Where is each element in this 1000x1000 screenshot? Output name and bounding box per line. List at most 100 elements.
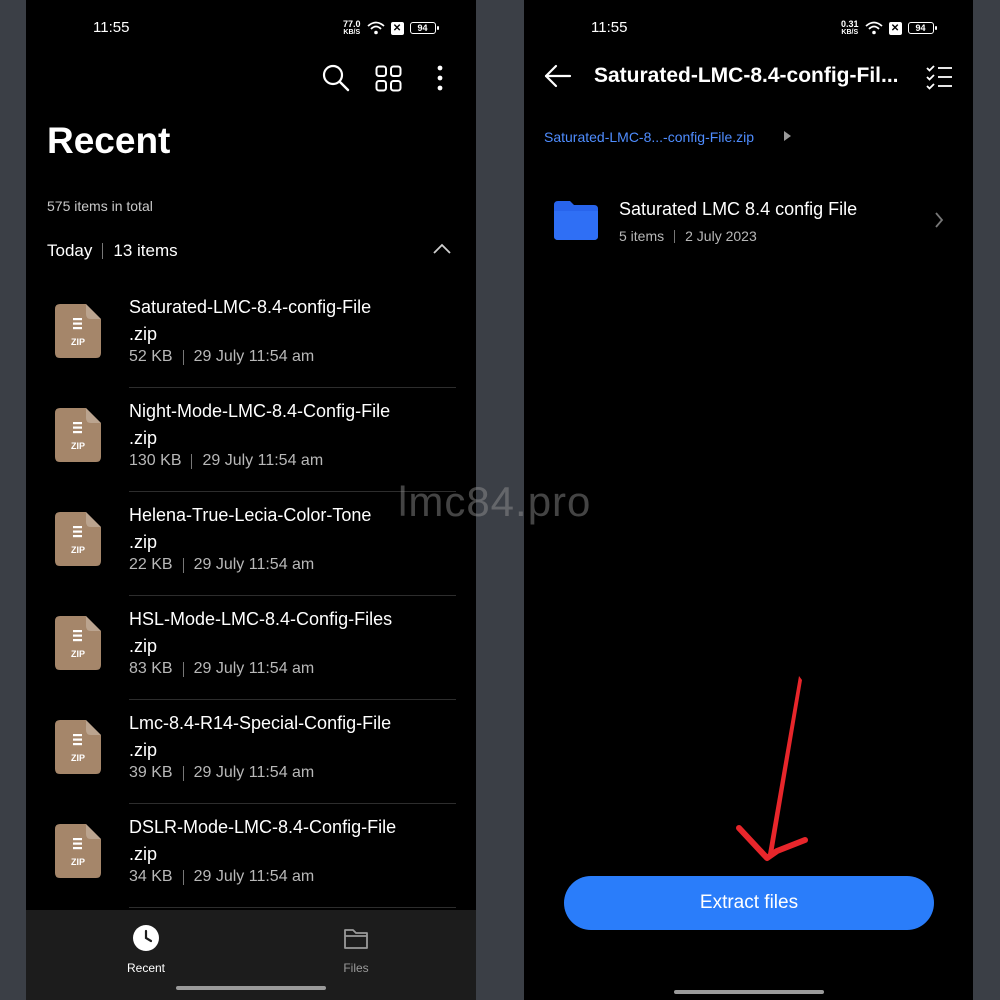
grid-view-icon[interactable] — [375, 65, 402, 92]
file-date: 29 July 11:54 am — [193, 868, 315, 885]
zip-file-icon: ZIP — [55, 304, 101, 358]
nav-files[interactable]: Files — [306, 924, 406, 975]
file-size: 22 KB — [129, 556, 173, 573]
row-divider — [129, 907, 456, 908]
folder-icon — [554, 201, 598, 240]
file-name: Night-Mode-LMC-8.4-Config-File .zip — [129, 398, 439, 452]
network-speed: 77.0 KB/S — [343, 19, 361, 37]
file-row[interactable]: ZIP Lmc-8.4-R14-Special-Config-File .zip 39… — [26, 700, 476, 804]
archive-title: Saturated-LMC-8.4-config-Fil... — [594, 64, 899, 87]
annotation-arrow-icon — [736, 676, 808, 861]
file-date: 29 July 11:54 am — [202, 452, 324, 469]
file-name-line2: .zip — [129, 324, 158, 344]
watermark: lmc84.pro — [398, 478, 592, 525]
chevron-up-icon[interactable] — [432, 243, 452, 255]
file-meta: 83 KB 29 July 11:54 am — [129, 660, 314, 678]
status-icons: 77.0 KB/S ✕ 94 — [343, 18, 439, 38]
zip-file-icon: ZIP — [55, 824, 101, 878]
zip-icon-label: ZIP — [71, 337, 85, 347]
file-name: Saturated-LMC-8.4-config-File .zip — [129, 294, 439, 348]
folder-meta: 5 items 2 July 2023 — [619, 228, 757, 244]
extract-files-button[interactable]: Extract files — [564, 876, 934, 930]
file-name-line2: .zip — [129, 636, 158, 656]
divider — [674, 229, 676, 243]
wifi-icon — [366, 21, 385, 35]
search-icon[interactable] — [322, 64, 350, 92]
file-size: 52 KB — [129, 348, 173, 365]
file-date: 29 July 11:54 am — [193, 764, 315, 781]
divider — [182, 765, 184, 781]
file-name: DSLR-Mode-LMC-8.4-Config-File .zip — [129, 814, 439, 868]
nav-recent-label: Recent — [126, 961, 166, 975]
multi-select-icon[interactable] — [925, 64, 953, 90]
file-name-line2: .zip — [129, 532, 158, 552]
nav-recent[interactable]: Recent — [96, 924, 196, 975]
file-row[interactable]: ZIP DSLR-Mode-LMC-8.4-Config-File .zip 34 K… — [26, 804, 476, 908]
file-name-line2: .zip — [129, 428, 158, 448]
nav-files-label: Files — [343, 961, 369, 975]
zip-icon-label: ZIP — [71, 857, 85, 867]
divider — [182, 661, 184, 677]
file-name-line2: .zip — [129, 740, 158, 760]
back-arrow-icon[interactable] — [544, 64, 572, 88]
file-meta: 34 KB 29 July 11:54 am — [129, 868, 314, 886]
home-indicator[interactable] — [673, 990, 824, 994]
status-time: 11:55 — [93, 19, 130, 36]
network-speed: 0.31 KB/S — [841, 19, 859, 37]
file-meta: 52 KB 29 July 11:54 am — [129, 348, 314, 366]
folder-outline-icon — [344, 929, 368, 949]
battery-icon: 94 — [409, 22, 439, 34]
file-date: 29 July 11:54 am — [193, 348, 315, 365]
group-header-today[interactable]: Today 13 items — [47, 241, 178, 261]
zip-icon-label: ZIP — [71, 649, 85, 659]
folder-row[interactable]: Saturated LMC 8.4 config File 5 items 2 … — [524, 185, 973, 255]
divider — [182, 557, 184, 573]
file-size: 83 KB — [129, 660, 173, 677]
file-row[interactable]: ZIP Saturated-LMC-8.4-config-File .zip 52 K… — [26, 284, 476, 388]
divider — [182, 869, 184, 885]
status-time: 11:55 — [591, 19, 628, 36]
file-size: 130 KB — [129, 452, 182, 469]
file-name-line1: Helena-True-Lecia-Color-Tone — [129, 505, 372, 525]
file-name: Helena-True-Lecia-Color-Tone .zip — [129, 502, 439, 556]
file-name-line1: Saturated-LMC-8.4-config-File — [129, 297, 372, 317]
sim-off-icon: ✕ — [888, 21, 902, 35]
file-size: 34 KB — [129, 868, 173, 885]
zip-icon-label: ZIP — [71, 753, 85, 763]
file-meta: 130 KB 29 July 11:54 am — [129, 452, 323, 470]
breadcrumb-arrow-icon — [784, 131, 791, 141]
page-title: Recent — [47, 120, 171, 161]
file-row[interactable]: ZIP HSL-Mode-LMC-8.4-Config-Files .zip 83 K… — [26, 596, 476, 700]
zip-file-icon: ZIP — [55, 408, 101, 462]
zip-icon-label: ZIP — [71, 441, 85, 451]
divider — [102, 243, 104, 259]
folder-name: Saturated LMC 8.4 config File — [619, 199, 858, 219]
file-row[interactable]: ZIP Night-Mode-LMC-8.4-Config-File .zip 130… — [26, 388, 476, 492]
file-name-line2: .zip — [129, 844, 158, 864]
group-count: 13 items — [113, 241, 178, 260]
group-label: Today — [47, 241, 93, 260]
file-size: 39 KB — [129, 764, 173, 781]
zip-file-icon: ZIP — [55, 616, 101, 670]
file-name: HSL-Mode-LMC-8.4-Config-Files .zip — [129, 606, 439, 660]
wifi-icon — [864, 21, 883, 35]
home-indicator[interactable] — [176, 986, 326, 990]
file-name-line1: Lmc-8.4-R14-Special-Config-File — [129, 713, 392, 733]
breadcrumb[interactable]: Saturated-LMC-8...-config-File.zip — [544, 129, 754, 145]
folder-date: 2 July 2023 — [685, 228, 757, 244]
divider — [182, 349, 184, 365]
clock-icon — [133, 925, 159, 951]
file-date: 29 July 11:54 am — [193, 556, 315, 573]
bottom-nav: Recent Files — [26, 910, 476, 1000]
zip-file-icon: ZIP — [55, 512, 101, 566]
file-meta: 39 KB 29 July 11:54 am — [129, 764, 314, 782]
items-total: 575 items in total — [47, 198, 153, 214]
zip-icon-label: ZIP — [71, 545, 85, 555]
more-options-icon[interactable] — [436, 65, 444, 91]
file-meta: 22 KB 29 July 11:54 am — [129, 556, 314, 574]
chevron-right-icon — [935, 212, 944, 228]
status-icons: 0.31 KB/S ✕ 94 — [841, 18, 937, 38]
divider — [191, 453, 193, 469]
file-name: Lmc-8.4-R14-Special-Config-File .zip — [129, 710, 439, 764]
file-name-line1: HSL-Mode-LMC-8.4-Config-Files — [129, 609, 393, 629]
